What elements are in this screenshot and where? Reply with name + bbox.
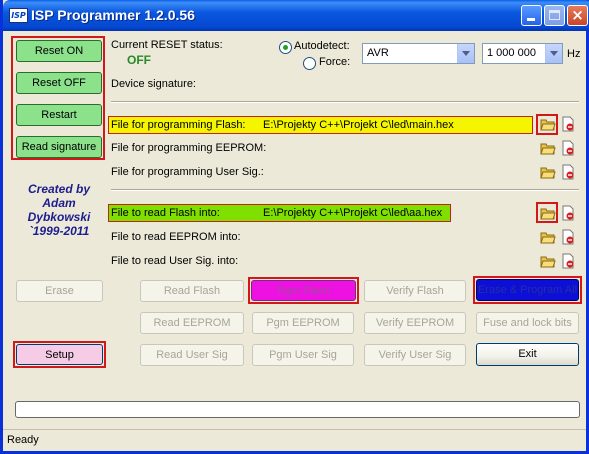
author-line: Dybkowski [27, 210, 91, 224]
verify-eeprom-button[interactable]: Verify EEPROM [364, 312, 466, 334]
status-bar: Ready [3, 429, 586, 451]
read-user-sig-button[interactable]: Read User Sig [140, 344, 244, 366]
clear-file-icon[interactable] [561, 140, 575, 156]
flash-read-path: E:\Projekty C++\Projekt C\led\aa.hex [263, 207, 443, 219]
maximize-button[interactable] [544, 5, 565, 26]
exit-button[interactable]: Exit [476, 343, 579, 366]
progress-bar [15, 401, 580, 418]
open-folder-icon[interactable] [540, 116, 556, 132]
chevron-down-icon[interactable] [457, 44, 474, 63]
speed-select[interactable]: 1 000 000 [482, 43, 563, 64]
close-button[interactable]: × [567, 5, 588, 26]
pgm-flash-button[interactable]: Pgm Flash [251, 280, 356, 301]
open-folder-icon[interactable] [540, 140, 556, 156]
reset-off-button[interactable]: Reset OFF [16, 72, 102, 94]
eeprom-program-label: File for programming EEPROM: [111, 142, 267, 154]
clear-file-icon[interactable] [561, 253, 575, 269]
erase-program-all-button[interactable]: Erase & Program All [476, 279, 579, 301]
erase-button[interactable]: Erase [16, 280, 103, 302]
app-icon: ISP [9, 8, 28, 23]
device-select[interactable]: AVR [362, 43, 475, 64]
pgm-user-sig-button[interactable]: Pgm User Sig [252, 344, 354, 366]
clear-file-icon[interactable] [561, 205, 575, 221]
clear-file-icon[interactable] [561, 116, 575, 132]
speed-unit: Hz [567, 48, 581, 60]
verify-flash-button[interactable]: Verify Flash [364, 280, 466, 302]
autodetect-label: Autodetect: [294, 40, 350, 52]
restart-button[interactable]: Restart [16, 104, 102, 126]
chevron-down-icon[interactable] [545, 44, 562, 63]
author-line: `1999-2011 [28, 224, 90, 238]
pgm-eeprom-button[interactable]: Pgm EEPROM [252, 312, 354, 334]
clear-file-icon[interactable] [561, 229, 575, 245]
open-folder-icon[interactable] [540, 205, 556, 221]
setup-button[interactable]: Setup [16, 344, 103, 365]
window-title: ISP Programmer 1.2.0.56 [31, 7, 195, 23]
speed-select-value: 1 000 000 [487, 47, 536, 59]
usersig-program-label: File for programming User Sig.: [111, 166, 264, 178]
title-bar[interactable]: ISP ISP Programmer 1.2.0.56 × [3, 0, 589, 31]
fuse-lock-bits-button[interactable]: Fuse and lock bits [476, 312, 579, 334]
separator [111, 189, 579, 191]
main-window: ISP ISP Programmer 1.2.0.56 × Reset ON R… [0, 0, 589, 454]
open-folder-icon[interactable] [540, 253, 556, 269]
read-signature-button[interactable]: Read signature [16, 136, 102, 158]
maximize-icon [549, 10, 560, 20]
flash-read-label: File to read Flash into: [111, 207, 220, 219]
read-flash-button[interactable]: Read Flash [140, 280, 244, 302]
device-signature-label: Device signature: [111, 78, 196, 90]
open-folder-icon[interactable] [540, 164, 556, 180]
reset-status-value: OFF [127, 53, 151, 67]
flash-program-path: E:\Projekty C++\Projekt C\led\main.hex [263, 119, 454, 131]
device-select-value: AVR [367, 47, 389, 59]
close-icon: × [571, 6, 584, 24]
verify-user-sig-button[interactable]: Verify User Sig [364, 344, 466, 366]
reset-on-button[interactable]: Reset ON [16, 40, 102, 62]
clear-file-icon[interactable] [561, 164, 575, 180]
author-line: Adam [42, 196, 76, 210]
minimize-icon [527, 18, 535, 21]
reset-status-label: Current RESET status: [111, 39, 223, 51]
flash-program-label: File for programming Flash: [111, 119, 246, 131]
author-line: Created by [27, 182, 91, 196]
eeprom-read-label: File to read EEPROM into: [111, 231, 241, 243]
usersig-read-label: File to read User Sig. into: [111, 255, 239, 267]
author-credit: Created by Adam Dybkowski `1999-2011 [11, 182, 107, 238]
force-radio[interactable] [303, 57, 316, 70]
separator [111, 101, 579, 103]
minimize-button[interactable] [521, 5, 542, 26]
open-folder-icon[interactable] [540, 229, 556, 245]
force-label: Force: [319, 56, 351, 68]
read-eeprom-button[interactable]: Read EEPROM [140, 312, 244, 334]
autodetect-radio[interactable] [279, 41, 292, 54]
status-text: Ready [7, 434, 39, 446]
